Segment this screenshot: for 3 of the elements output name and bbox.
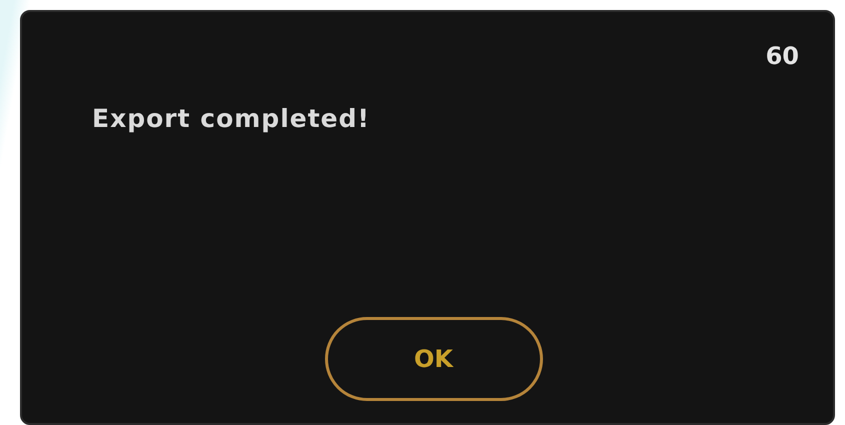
countdown-number: 60 xyxy=(766,42,799,70)
ok-button[interactable]: OK xyxy=(324,317,542,401)
dialog-message: Export completed! xyxy=(92,104,371,133)
